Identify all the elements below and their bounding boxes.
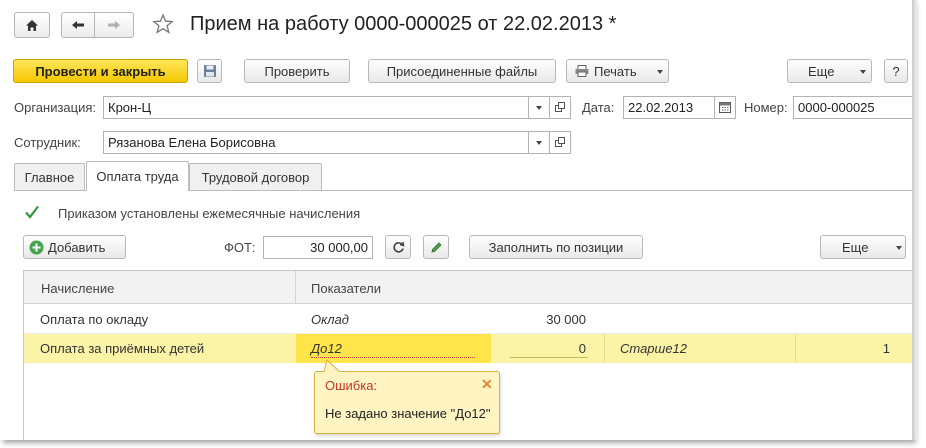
table-row[interactable]: Оплата за приёмных детей До12 0 Старше12… [24,334,912,363]
check-button[interactable]: Проверить [244,59,350,83]
column-header-accrual: Начисление [41,281,115,296]
arrow-left-icon [72,21,84,29]
monthly-accruals-checkbox[interactable] [24,204,40,220]
home-button[interactable] [14,12,50,38]
tab-employment-contract[interactable]: Трудовой договор [189,163,322,191]
favorite-star-icon[interactable] [152,13,174,35]
back-button[interactable] [61,12,95,38]
error-message: Не задано значение "До12" [325,406,491,421]
employee-dropdown-button[interactable] [528,131,550,154]
header-divider [295,271,296,303]
date-field[interactable]: 22.02.2013 [623,96,715,119]
forward-button[interactable] [94,12,134,38]
accrual-cell: Оплата за приёмных детей [40,341,205,356]
attached-files-button[interactable]: Присоединенные файлы [368,59,556,83]
org-label: Организация: [14,100,97,115]
window-frame-edge [912,0,917,440]
indicator2-value-cell: 1 [882,341,890,356]
plus-circle-icon [29,240,44,254]
table-row[interactable]: Оплата по окладу Оклад 30 000 [24,304,912,334]
refresh-icon [392,241,404,253]
error-tooltip: Ошибка: ✕ Не задано значение "До12" [314,360,500,434]
calendar-button[interactable] [714,96,736,119]
pay-more-button[interactable]: Еще [820,235,906,259]
tab-main[interactable]: Главное [14,163,85,191]
post-and-close-button[interactable]: Провести и закрыть [13,59,188,83]
arrow-right-icon [108,21,120,29]
open-link-icon [555,102,565,112]
tooltip-pointer [323,360,341,372]
pay-more-label: Еще [842,239,869,255]
document-window: Прием на работу 0000-000025 от 22.02.201… [0,0,913,440]
date-label: Дата: [582,100,615,115]
error-underline [311,357,475,358]
add-label: Добавить [48,239,106,255]
column-header-indicators: Показатели [311,281,381,296]
number-label: Номер: [744,100,788,115]
checkmark-icon [25,205,39,219]
close-icon[interactable]: ✕ [481,376,493,393]
employee-field[interactable]: Рязанова Елена Борисовна [103,131,529,154]
monthly-accruals-label: Приказом установлены ежемесячные начисле… [58,206,361,221]
chevron-down-icon [657,70,663,74]
cell-divider [795,334,796,363]
table-header [24,271,912,304]
accrual-cell: Оплата по окладу [40,312,149,327]
floppy-disk-icon [203,65,216,77]
more-button[interactable]: Еще [787,59,872,83]
indicator-cell: До12 [311,341,342,356]
calendar-icon [719,102,731,113]
chevron-down-icon [860,70,866,74]
home-icon [26,19,38,31]
indicator-value-cell: 30 000 [546,312,586,327]
fot-label: ФОТ: [224,240,256,255]
fot-field[interactable]: 30 000,00 [263,236,373,259]
chevron-down-icon [896,246,902,250]
fill-by-position-button[interactable]: Заполнить по позиции [469,235,643,259]
edit-button[interactable] [423,235,449,259]
refresh-button[interactable] [385,235,411,259]
indicator-cell: Оклад [311,312,349,327]
tab-payment[interactable]: Оплата труда [86,161,189,191]
indicator2-cell: Старше12 [620,341,688,356]
error-title: Ошибка: [325,378,378,393]
chevron-down-icon [536,141,542,145]
value-underline [510,357,588,358]
chevron-down-icon [536,106,542,110]
organization-field[interactable]: Крон-Ц [103,96,529,119]
save-button[interactable] [197,59,222,83]
org-open-button[interactable] [549,96,571,119]
pencil-icon [430,241,442,253]
employee-label: Сотрудник: [14,135,81,150]
number-field[interactable]: 0000-000025 [793,96,912,119]
help-button[interactable]: ? [884,59,908,83]
org-dropdown-button[interactable] [528,96,550,119]
more-label: Еще [808,63,835,79]
print-label: Печать [594,63,637,79]
window-title: Прием на работу 0000-000025 от 22.02.201… [190,13,617,35]
employee-open-button[interactable] [549,131,571,154]
open-link-icon [555,137,565,147]
print-button[interactable]: Печать [566,59,669,83]
indicator-value-cell: 0 [578,341,586,356]
cell-divider [604,334,605,363]
printer-icon [575,65,589,77]
add-button[interactable]: Добавить [23,235,126,259]
